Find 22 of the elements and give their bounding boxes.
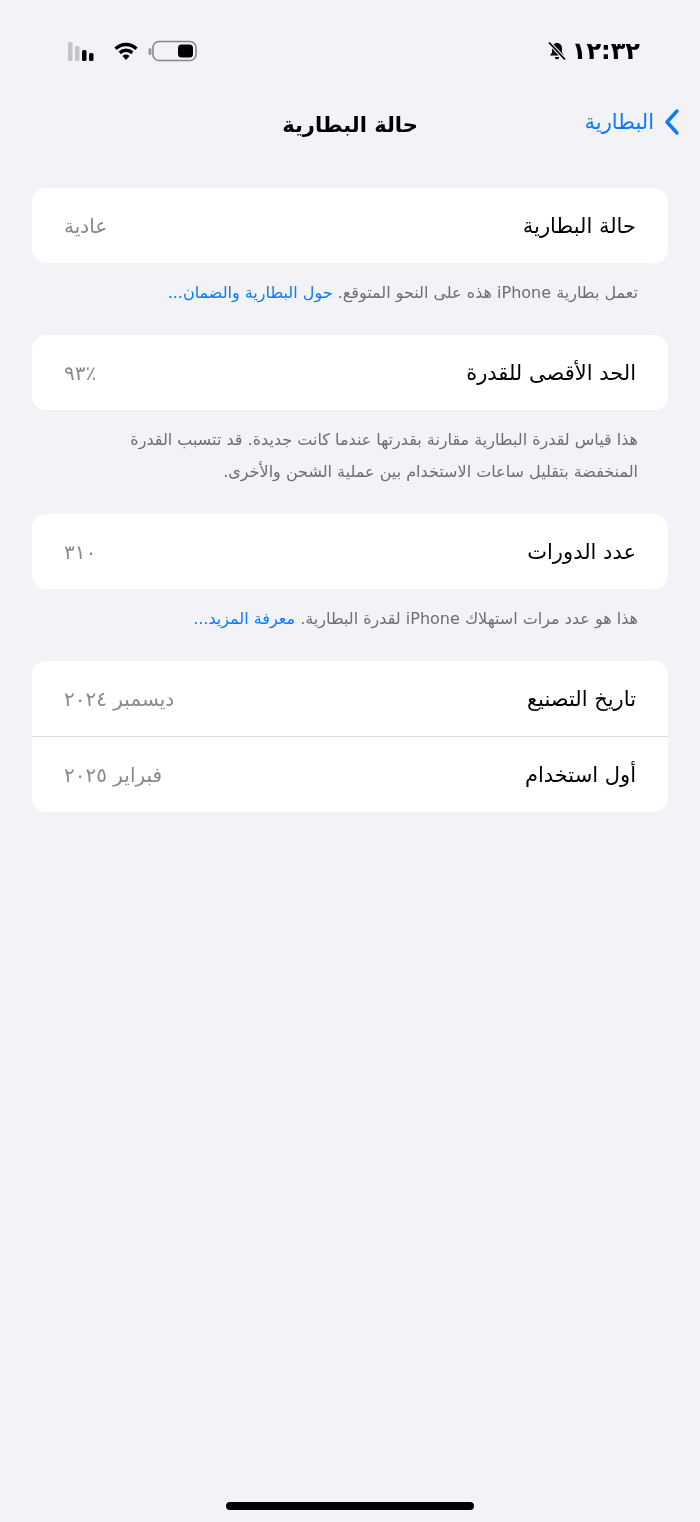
row-value: ٪٩٣ [64,360,97,385]
back-button[interactable]: البطارية [584,108,680,136]
row-value: فبراير ٢٠٢٥ [64,762,163,787]
row-label: عدد الدورات [527,539,636,564]
clock-time: ١٢:٣٢ [571,37,640,65]
wifi-icon [112,40,140,62]
home-indicator[interactable] [226,1502,474,1510]
footer-note: هذا قياس لقدرة البطارية مقارنة بقدرتها عندما كانت جديدة. قد تتسبب القدرة المنخفضة بتقليل ساعات الاستخدام بين عملية الشحن والأخرى. [129,429,638,484]
row-value: عادية [64,213,108,238]
footer-note: هذا هو عدد مرات استهلاك iPhone لقدرة البطارية. معرفة المزيد... [192,608,638,631]
chevron-icon [664,108,680,136]
row-label: حالة البطارية [522,213,636,238]
footer-note: تعمل بطارية iPhone هذه على النحو المتوقع. حول البطارية والضمان... [166,282,638,305]
row-value: ديسمبر ٢٠٢٤ [64,686,175,711]
row-value: ٣١٠ [64,539,97,564]
row-label: أول استخدام [524,762,636,787]
row-label: الحد الأقصى للقدرة [466,360,636,385]
battery-icon [148,39,198,63]
row-label: تاريخ التصنيع [526,686,636,711]
learn-more-link[interactable]: حول البطارية والضمان... [167,283,333,302]
learn-more-link[interactable]: معرفة المزيد... [193,609,296,628]
page-title: حالة البطارية [282,112,418,137]
